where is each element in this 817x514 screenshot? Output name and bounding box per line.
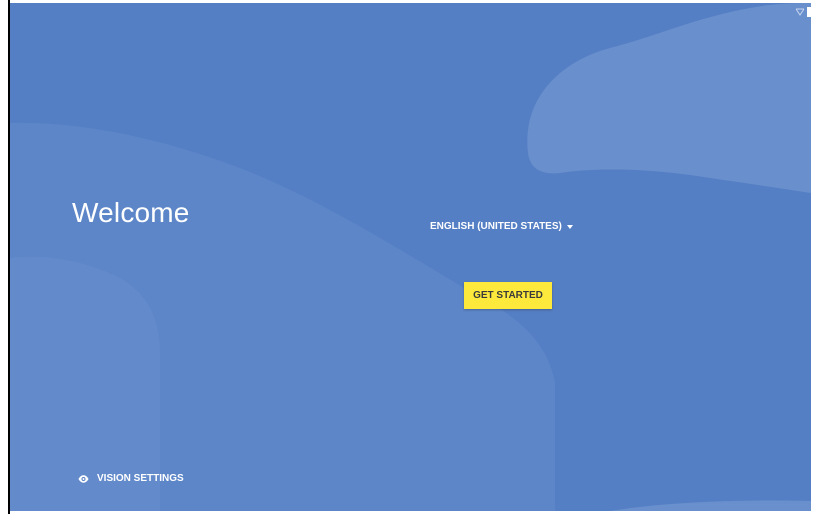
setup-screen: Welcome ENGLISH (UNITED STATES) GET STAR… [10,3,811,511]
device-frame: Welcome ENGLISH (UNITED STATES) GET STAR… [0,0,817,514]
get-started-button[interactable]: GET STARTED [464,282,552,309]
wifi-icon [796,8,804,16]
language-selector-label: ENGLISH (UNITED STATES) [430,221,562,232]
language-selector[interactable]: ENGLISH (UNITED STATES) [430,221,573,232]
frame-border-right [811,3,817,514]
eye-icon [78,474,89,483]
welcome-title: Welcome [72,197,190,228]
status-bar [796,5,811,19]
vision-settings-label: VISION SETTINGS [97,473,184,484]
background-waves [10,3,811,511]
caret-down-icon [566,224,573,229]
vision-settings-button[interactable]: VISION SETTINGS [78,473,184,484]
